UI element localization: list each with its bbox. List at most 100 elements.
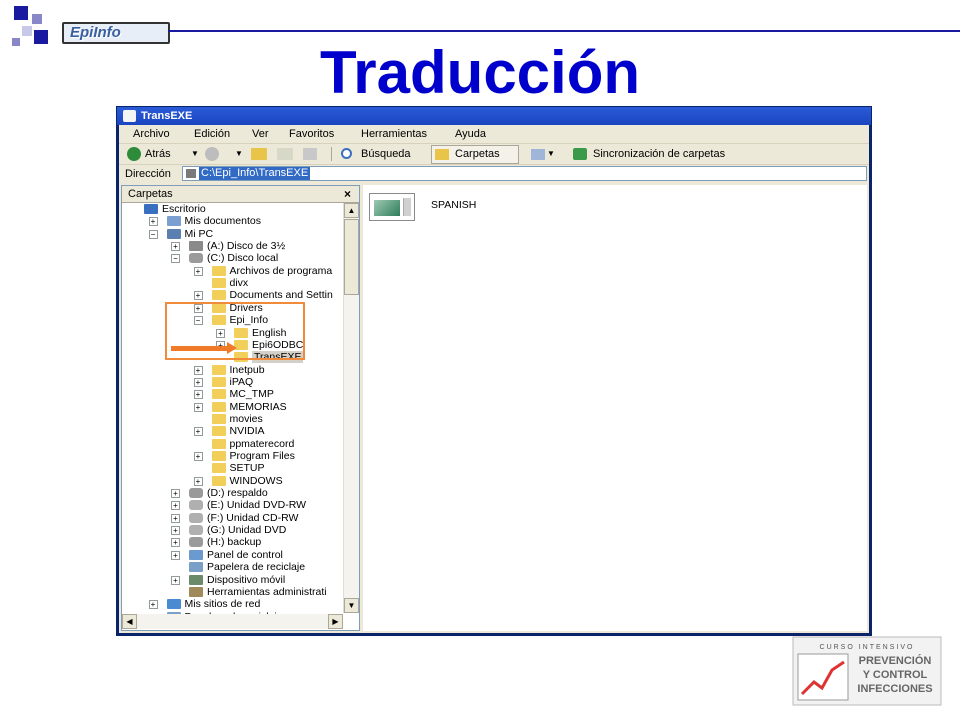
tree-item-label: WINDOWS (229, 474, 283, 487)
tree-item[interactable]: + Mis sitios de red (122, 598, 342, 610)
tree-item[interactable]: + (D:) respaldo (122, 487, 342, 499)
expand-icon[interactable]: + (171, 575, 180, 585)
tree-item[interactable]: Escritorio (122, 203, 342, 215)
expand-icon[interactable]: + (148, 217, 158, 227)
expand-icon[interactable]: + (193, 377, 203, 387)
expand-icon[interactable]: + (171, 550, 180, 560)
tree-item[interactable]: − (C:) Disco local (122, 252, 342, 264)
expand-icon[interactable]: + (171, 242, 180, 252)
tree-item[interactable]: + WINDOWS (122, 475, 342, 487)
tree-item[interactable]: + (E:) Unidad DVD-RW (122, 499, 342, 511)
menu-herramientas[interactable]: Herramientas (361, 125, 427, 143)
tree-item[interactable]: divx (122, 277, 342, 289)
tree-item[interactable]: + (G:) Unidad DVD (122, 524, 342, 536)
tree-item[interactable]: + Program Files (122, 450, 342, 462)
menu-edicion[interactable]: Edición (194, 125, 230, 143)
tree-item[interactable]: + (A:) Disco de 3½ (122, 240, 342, 252)
expand-icon[interactable]: + (193, 402, 203, 412)
collapse-icon[interactable]: − (148, 229, 158, 239)
desktop-icon (144, 204, 158, 214)
computer-icon (166, 228, 181, 239)
address-bar: Dirección C:\Epi_Info\TransEXE (119, 165, 869, 183)
tree-item-label: Mis documentos (184, 215, 261, 228)
tree-item[interactable]: + Panel de control (122, 549, 342, 561)
address-input[interactable]: C:\Epi_Info\TransEXE (182, 166, 867, 181)
folder-icon (211, 475, 226, 486)
views-dropdown-icon[interactable]: ▼ (547, 144, 555, 164)
cd-icon (189, 512, 203, 523)
scroll-right-icon[interactable]: ▶ (328, 614, 343, 629)
expand-icon[interactable]: + (148, 600, 158, 610)
tree-item[interactable]: − Mi PC (122, 228, 342, 240)
tree-item[interactable]: + MEMORIAS (122, 401, 342, 413)
tree-item[interactable]: Papelera de reciclaje (122, 561, 342, 573)
tree-item[interactable]: + Mis documentos (122, 215, 342, 227)
menu-ver[interactable]: Ver (252, 125, 269, 143)
move-icon[interactable] (277, 148, 293, 160)
up-folder-icon[interactable] (251, 148, 267, 160)
tree-item[interactable]: SETUP (122, 462, 342, 474)
forward-arrow-icon[interactable] (205, 147, 219, 161)
scroll-thumb[interactable] (344, 219, 359, 295)
sync-icon[interactable] (573, 148, 587, 160)
tree-item[interactable]: + Dispositivo móvil (122, 574, 342, 586)
tree-item[interactable]: + (F:) Unidad CD-RW (122, 512, 342, 524)
search-button[interactable]: Búsqueda (361, 144, 411, 164)
menu-ayuda[interactable]: Ayuda (455, 125, 486, 143)
horizontal-scrollbar[interactable]: ◀ ▶ (122, 614, 343, 629)
expand-icon[interactable]: + (171, 501, 180, 511)
expand-icon[interactable]: + (193, 291, 203, 301)
expand-icon[interactable]: + (193, 476, 203, 486)
collapse-icon[interactable]: − (171, 254, 180, 264)
tree-item[interactable]: + Inetpub (122, 364, 342, 376)
tree-item-label: (D:) respaldo (207, 487, 268, 500)
tree-item[interactable]: movies (122, 413, 342, 425)
expand-icon[interactable]: + (171, 489, 180, 499)
tree-item-label: MEMORIAS (229, 400, 287, 413)
folders-icon[interactable] (435, 149, 449, 160)
delete-icon[interactable] (303, 148, 317, 160)
back-dropdown-icon[interactable]: ▼ (191, 144, 199, 164)
tree-item-label: Papelera de reciclaje (207, 561, 306, 574)
scroll-down-icon[interactable]: ▼ (344, 598, 359, 613)
expand-icon[interactable]: + (193, 427, 203, 437)
window-titlebar[interactable]: TransEXE (117, 107, 871, 125)
logo-line3: Y CONTROL (863, 669, 928, 681)
tree-item[interactable]: Herramientas administrati (122, 586, 342, 598)
close-icon[interactable]: × (344, 186, 351, 202)
cd-icon (189, 525, 203, 536)
expand-icon[interactable]: + (171, 526, 180, 536)
menu-favoritos[interactable]: Favoritos (289, 125, 334, 143)
folder-thumbnail-icon[interactable] (369, 193, 415, 221)
tree-item[interactable]: + iPAQ (122, 376, 342, 388)
vertical-scrollbar[interactable]: ▲ ▼ (343, 203, 359, 613)
folder-icon (211, 364, 226, 375)
expand-icon[interactable]: + (171, 513, 180, 523)
expand-icon[interactable]: + (171, 538, 180, 548)
menu-archivo[interactable]: Archivo (133, 125, 170, 143)
tree-item[interactable]: + (H:) backup (122, 536, 342, 548)
tree-item[interactable]: + Archivos de programa (122, 265, 342, 277)
scroll-left-icon[interactable]: ◀ (122, 614, 137, 629)
back-arrow-icon[interactable] (127, 147, 141, 161)
back-button[interactable]: Atrás (145, 144, 171, 164)
sync-folders-button[interactable]: Sincronización de carpetas (593, 144, 725, 164)
expand-icon[interactable]: + (193, 266, 203, 276)
tree-item[interactable]: + MC_TMP (122, 388, 342, 400)
folders-panel-header: Carpetas × (122, 186, 359, 203)
forward-dropdown-icon[interactable]: ▼ (235, 144, 243, 164)
tree-item[interactable]: + NVIDIA (122, 425, 342, 437)
folders-button[interactable]: Carpetas (455, 144, 500, 164)
expand-icon[interactable]: + (193, 390, 203, 400)
tree-item[interactable]: ppmaterecord (122, 438, 342, 450)
expand-icon[interactable]: + (193, 365, 203, 375)
item-label-spanish[interactable]: SPANISH (431, 199, 476, 211)
tree-item[interactable]: + Documents and Settin (122, 289, 342, 301)
cd-icon (189, 500, 203, 511)
views-icon[interactable] (531, 149, 545, 160)
scroll-up-icon[interactable]: ▲ (344, 203, 359, 218)
search-icon[interactable] (341, 148, 352, 159)
address-value[interactable]: C:\Epi_Info\TransEXE (199, 167, 311, 180)
expand-icon[interactable]: + (193, 452, 203, 461)
tree-item-label: (G:) Unidad DVD (207, 524, 287, 537)
